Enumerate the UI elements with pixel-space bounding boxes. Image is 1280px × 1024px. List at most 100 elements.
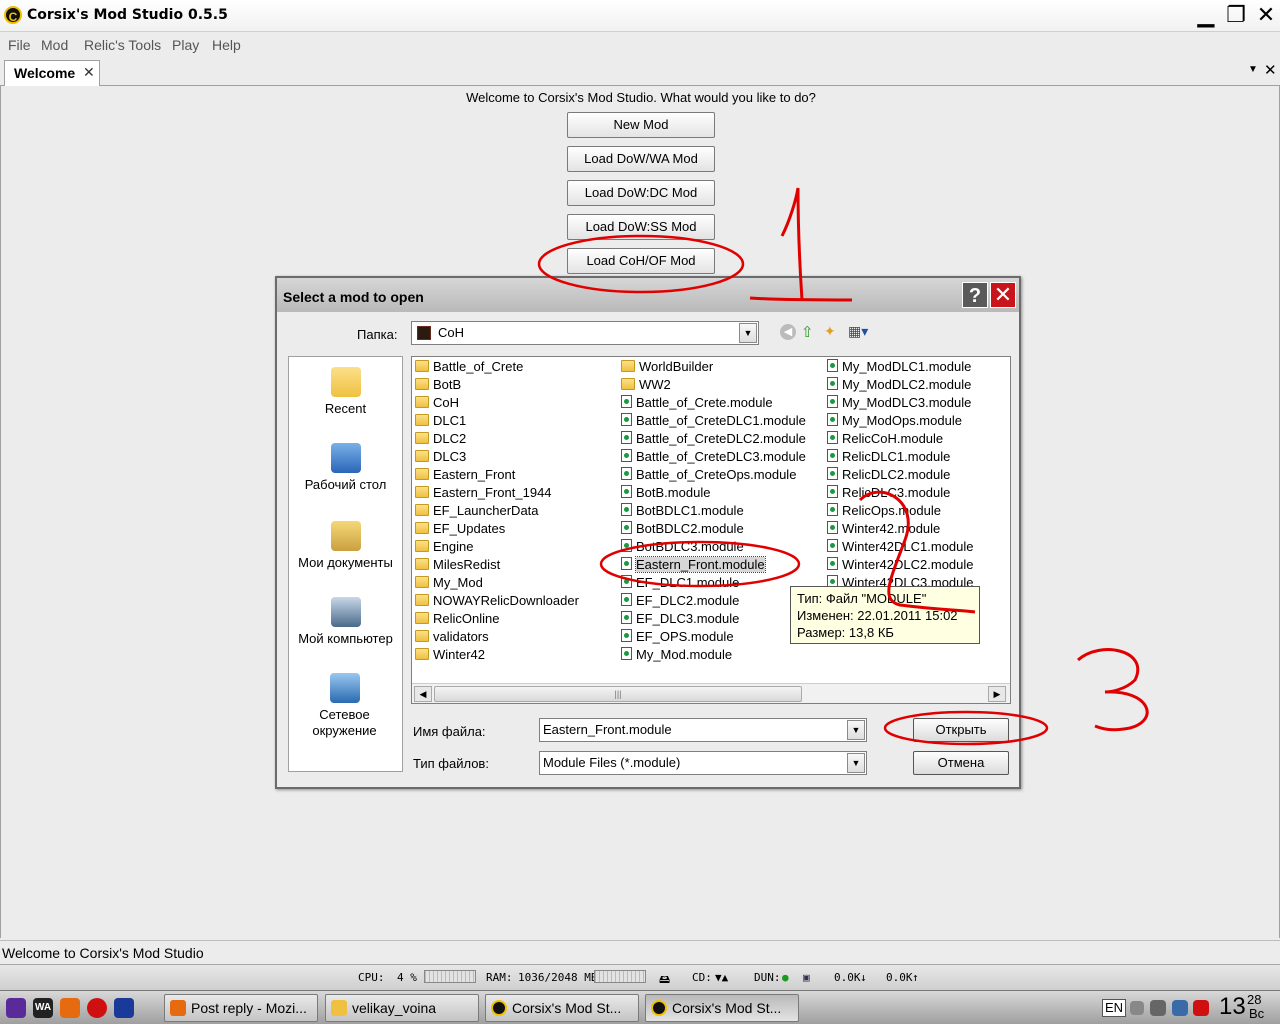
- folder-select[interactable]: CoH ▼: [411, 321, 759, 345]
- folder-item[interactable]: RelicOnline: [415, 610, 499, 628]
- chevron-down-icon[interactable]: ▼: [847, 753, 865, 773]
- module-file-item[interactable]: Winter42DLC1.module: [827, 538, 974, 556]
- module-file-item[interactable]: My_Mod.module: [621, 646, 732, 664]
- start-icon[interactable]: [6, 998, 26, 1018]
- file-list[interactable]: Battle_of_Crete BotB CoH DLC1 DLC2 DLC3 Easter…: [411, 356, 1011, 704]
- module-file-item[interactable]: EF_DLC1.module: [621, 574, 739, 592]
- filetype-select[interactable]: Module Files (*.module) ▼: [539, 751, 867, 775]
- minimize-button[interactable]: ▁: [1192, 2, 1220, 30]
- dialog-close-button[interactable]: ✕: [990, 282, 1016, 308]
- place-desktop[interactable]: Рабочий стол: [289, 443, 402, 493]
- folder-item[interactable]: Battle_of_Crete: [415, 358, 523, 376]
- module-file-item[interactable]: RelicOps.module: [827, 502, 941, 520]
- folder-item[interactable]: DLC2: [415, 430, 466, 448]
- folder-item[interactable]: WW2: [621, 376, 671, 394]
- module-file-item[interactable]: BotBDLC1.module: [621, 502, 744, 520]
- tray-antivirus-icon[interactable]: [1193, 1000, 1209, 1016]
- module-file-item[interactable]: My_ModDLC2.module: [827, 376, 971, 394]
- task-corsix-2[interactable]: Corsix's Mod St...: [645, 994, 799, 1022]
- tray-app-icon[interactable]: [1150, 1000, 1166, 1016]
- place-my-computer[interactable]: Мой компьютер: [289, 597, 402, 647]
- module-file-item[interactable]: BotB.module: [621, 484, 710, 502]
- load-coh-of-mod-button[interactable]: Load CoH/OF Mod: [567, 248, 715, 274]
- module-file-item[interactable]: BotBDLC2.module: [621, 520, 744, 538]
- tray-arrow-icon[interactable]: [1130, 1001, 1144, 1015]
- menu-help[interactable]: Help: [212, 37, 241, 53]
- chevron-down-icon[interactable]: ▼: [847, 720, 865, 740]
- module-file-item[interactable]: Battle_of_CreteOps.module: [621, 466, 796, 484]
- module-file-item[interactable]: Battle_of_CreteDLC3.module: [621, 448, 806, 466]
- scroll-left-icon[interactable]: ◀: [414, 686, 432, 702]
- folder-item[interactable]: DLC1: [415, 412, 466, 430]
- folder-item[interactable]: Eastern_Front_1944: [415, 484, 552, 502]
- module-file-item[interactable]: RelicDLC2.module: [827, 466, 950, 484]
- back-icon[interactable]: ◀: [780, 324, 796, 340]
- cancel-button[interactable]: Отмена: [913, 751, 1009, 775]
- folder-item[interactable]: MilesRedist: [415, 556, 500, 574]
- language-indicator[interactable]: EN: [1102, 999, 1127, 1017]
- module-file-item[interactable]: Battle_of_CreteDLC2.module: [621, 430, 806, 448]
- winamp-icon[interactable]: WA: [33, 998, 53, 1018]
- folder-item[interactable]: WorldBuilder: [621, 358, 713, 376]
- tab-close-icon[interactable]: ✕: [83, 64, 95, 81]
- tray-network-icon[interactable]: [1172, 1000, 1188, 1016]
- module-file-item[interactable]: Winter42DLC2.module: [827, 556, 974, 574]
- place-my-documents[interactable]: Мои документы: [289, 521, 402, 571]
- opera-icon[interactable]: [87, 998, 107, 1018]
- task-velikay-voina[interactable]: velikay_voina: [325, 994, 479, 1022]
- chevron-down-icon[interactable]: ▼: [739, 323, 757, 343]
- tab-welcome[interactable]: Welcome ✕: [4, 60, 100, 86]
- module-file-item[interactable]: EF_OPS.module: [621, 628, 734, 646]
- folder-item[interactable]: NOWAYRelicDownloader: [415, 592, 579, 610]
- place-network[interactable]: Сетевое окружение: [289, 673, 400, 739]
- folder-item[interactable]: Eastern_Front: [415, 466, 515, 484]
- load-dow-wa-mod-button[interactable]: Load DoW/WA Mod: [567, 146, 715, 172]
- filename-input[interactable]: Eastern_Front.module ▼: [539, 718, 867, 742]
- task-post-reply[interactable]: Post reply - Mozi...: [164, 994, 318, 1022]
- view-menu-icon[interactable]: ▦▾: [848, 323, 868, 340]
- folder-item[interactable]: EF_Updates: [415, 520, 505, 538]
- folder-item[interactable]: Winter42: [415, 646, 485, 664]
- open-button[interactable]: Открыть: [913, 718, 1009, 742]
- load-dow-ss-mod-button[interactable]: Load DoW:SS Mod: [567, 214, 715, 240]
- module-file-item[interactable]: Battle_of_Crete.module: [621, 394, 773, 412]
- folder-item[interactable]: DLC3: [415, 448, 466, 466]
- module-file-item[interactable]: My_ModDLC3.module: [827, 394, 971, 412]
- folder-item[interactable]: Engine: [415, 538, 473, 556]
- folder-item[interactable]: EF_LauncherData: [415, 502, 539, 520]
- menu-file[interactable]: File: [8, 37, 31, 53]
- menu-play[interactable]: Play: [172, 37, 199, 53]
- module-file-item[interactable]: Eastern_Front.module: [621, 556, 766, 574]
- folder-item[interactable]: BotB: [415, 376, 461, 394]
- folder-item[interactable]: validators: [415, 628, 489, 646]
- task-corsix-1[interactable]: Corsix's Mod St...: [485, 994, 639, 1022]
- folder-item[interactable]: CoH: [415, 394, 459, 412]
- up-folder-icon[interactable]: ⇧: [801, 323, 814, 341]
- module-file-item[interactable]: BotBDLC3.module: [621, 538, 744, 556]
- module-file-item[interactable]: My_ModOps.module: [827, 412, 962, 430]
- firefox-icon[interactable]: [60, 998, 80, 1018]
- panel-close-icon[interactable]: ✕: [1264, 61, 1277, 79]
- module-file-item[interactable]: EF_DLC2.module: [621, 592, 739, 610]
- scrollbar-thumb[interactable]: |||: [434, 686, 802, 702]
- scroll-right-icon[interactable]: ▶: [988, 686, 1006, 702]
- load-dow-dc-mod-button[interactable]: Load DoW:DC Mod: [567, 180, 715, 206]
- module-file-item[interactable]: RelicDLC3.module: [827, 484, 950, 502]
- module-file-item[interactable]: RelicDLC1.module: [827, 448, 950, 466]
- close-button[interactable]: ✕: [1252, 2, 1280, 30]
- tab-list-icon[interactable]: ▼: [1248, 64, 1258, 75]
- cd-down-icon[interactable]: ▼▲: [715, 971, 728, 984]
- menu-relics-tools[interactable]: Relic's Tools: [84, 37, 161, 53]
- folder-item[interactable]: My_Mod: [415, 574, 483, 592]
- module-file-item[interactable]: My_ModDLC1.module: [827, 358, 971, 376]
- app-icon[interactable]: C: [4, 6, 22, 24]
- help-button[interactable]: ?: [962, 282, 988, 308]
- horizontal-scrollbar[interactable]: ◀ ||| ▶: [412, 683, 1010, 703]
- new-mod-button[interactable]: New Mod: [567, 112, 715, 138]
- module-file-item[interactable]: RelicCoH.module: [827, 430, 943, 448]
- maximize-button[interactable]: ❐: [1222, 2, 1250, 30]
- app-quicklaunch-icon[interactable]: [114, 998, 134, 1018]
- module-file-item[interactable]: EF_DLC3.module: [621, 610, 739, 628]
- new-folder-icon[interactable]: ✦: [824, 323, 836, 340]
- menu-mod[interactable]: Mod: [41, 37, 68, 53]
